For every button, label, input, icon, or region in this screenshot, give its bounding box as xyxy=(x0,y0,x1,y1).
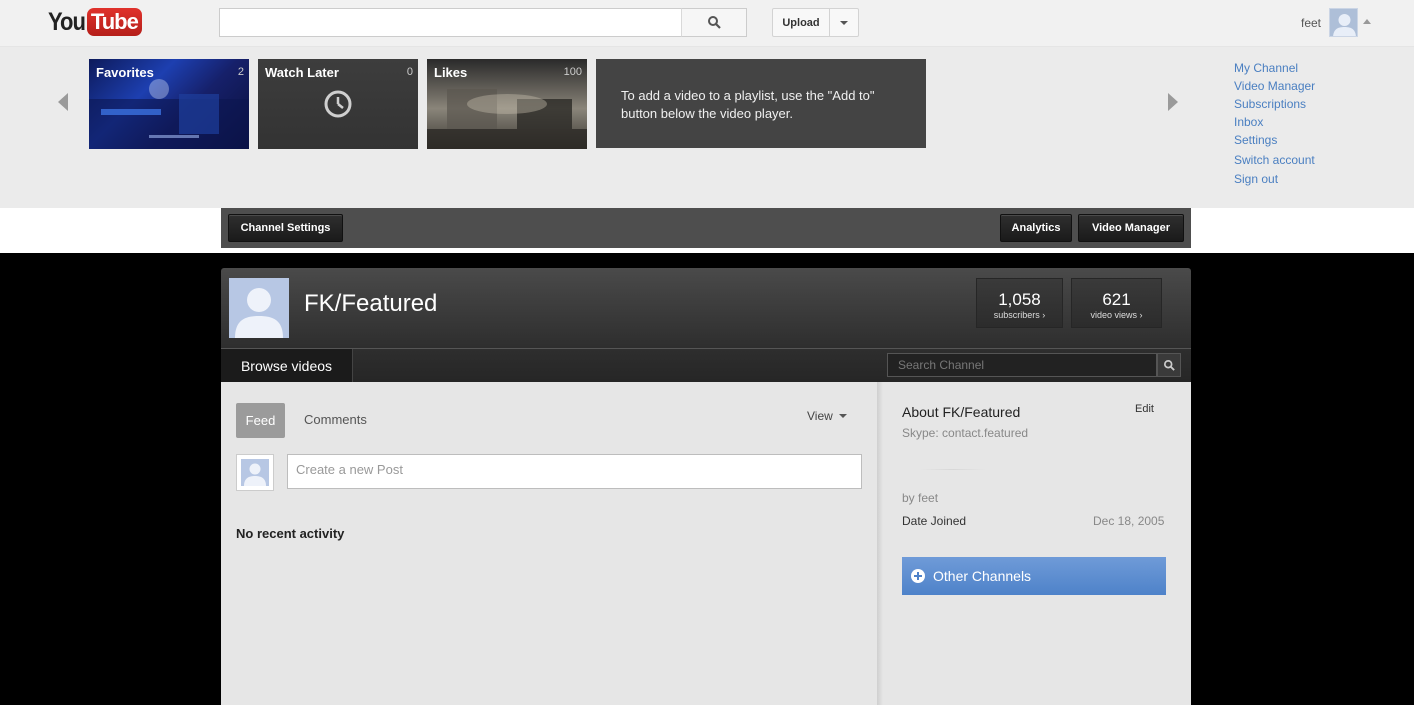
divider xyxy=(920,469,986,470)
link-my-channel[interactable]: My Channel xyxy=(1234,59,1315,77)
tab-feed[interactable]: Feed xyxy=(236,403,285,438)
analytics-button[interactable]: Analytics xyxy=(1000,214,1072,242)
views-count: 621 xyxy=(1102,290,1131,309)
edit-about-button[interactable]: Edit xyxy=(1135,403,1154,415)
no-activity-text: No recent activity xyxy=(236,526,345,541)
avatar[interactable] xyxy=(1329,8,1358,37)
next-arrow-icon[interactable] xyxy=(1168,93,1178,111)
link-inbox[interactable]: Inbox xyxy=(1234,113,1315,131)
playlist-count: 100 xyxy=(563,66,582,78)
playlist-title: Likes xyxy=(434,65,468,80)
link-video-manager[interactable]: Video Manager xyxy=(1234,77,1315,95)
channel-search-input[interactable]: Search Channel xyxy=(887,353,1157,377)
about-description: Skype: contact.featured xyxy=(902,426,1029,440)
upload-button[interactable]: Upload xyxy=(772,8,830,37)
view-label: View xyxy=(807,409,833,423)
masthead: You Tube Upload feet xyxy=(0,0,1414,47)
logo-you-text: You xyxy=(48,7,86,36)
search-button[interactable] xyxy=(681,8,747,37)
plus-circle-icon xyxy=(911,569,925,583)
owner-strip: Channel Settings Analytics Video Manager xyxy=(221,208,1191,248)
subscribers-count: 1,058 xyxy=(998,290,1041,309)
link-settings[interactable]: Settings xyxy=(1234,131,1315,149)
video-manager-button[interactable]: Video Manager xyxy=(1078,214,1184,242)
search-icon xyxy=(707,16,721,29)
owner-bar: Channel Settings Analytics Video Manager xyxy=(0,208,1414,253)
views-label: video views › xyxy=(1090,310,1143,320)
by-line: by feet xyxy=(902,491,939,505)
other-channels-label: Other Channels xyxy=(933,568,1032,584)
channel-name: FK/Featured xyxy=(304,290,438,317)
tab-comments[interactable]: Comments xyxy=(304,412,367,427)
link-subscriptions[interactable]: Subscriptions xyxy=(1234,95,1315,113)
date-joined-value: Dec 18, 2005 xyxy=(1093,514,1165,528)
upload-dropdown-button[interactable] xyxy=(829,8,859,37)
subscribers-stat[interactable]: 1,058 subscribers › xyxy=(976,278,1063,328)
other-channels-button[interactable]: Other Channels xyxy=(902,557,1166,595)
new-post-input[interactable]: Create a new Post xyxy=(287,454,862,489)
playlist-title: Watch Later xyxy=(265,65,339,80)
caret-up-icon[interactable] xyxy=(1363,19,1371,24)
channel-nav: Browse videos Search Channel xyxy=(221,348,1191,382)
playlist-count: 2 xyxy=(237,66,244,78)
default-user-icon xyxy=(1333,14,1356,36)
default-user-icon xyxy=(235,288,283,338)
chevron-down-icon xyxy=(840,20,848,25)
logo-tube-text: Tube xyxy=(86,8,142,36)
youtube-logo[interactable]: You Tube xyxy=(48,7,142,37)
tab-browse-videos[interactable]: Browse videos xyxy=(221,349,353,382)
channel-page: FK/Featured 1,058 subscribers › 621 vide… xyxy=(221,268,1191,705)
post-avatar xyxy=(236,454,274,491)
clock-icon xyxy=(324,90,352,118)
prev-arrow-icon[interactable] xyxy=(58,93,68,111)
channel-header: FK/Featured 1,058 subscribers › 621 vide… xyxy=(221,268,1191,348)
channel-search-button[interactable] xyxy=(1157,353,1181,377)
playlist-tile-watch-later[interactable]: Watch Later 0 xyxy=(258,59,418,149)
chevron-down-icon xyxy=(838,414,847,418)
playlist-hint: To add a video to a playlist, use the "A… xyxy=(596,59,926,148)
playlist-count: 0 xyxy=(406,66,413,78)
subscribers-label: subscribers › xyxy=(993,310,1046,320)
account-links: My Channel Video Manager Subscriptions I… xyxy=(1234,59,1315,188)
playlist-tile-likes[interactable]: Likes 100 xyxy=(427,59,587,149)
about-title: About FK/Featured xyxy=(902,404,1021,420)
playlist-tile-favorites[interactable]: Favorites 2 xyxy=(89,59,249,149)
feed-panel: Feed Comments View Create a new Post No … xyxy=(221,382,877,705)
views-stat[interactable]: 621 video views › xyxy=(1071,278,1162,328)
search-icon xyxy=(1163,359,1175,371)
link-sign-out[interactable]: Sign out xyxy=(1234,170,1315,188)
channel-settings-button[interactable]: Channel Settings xyxy=(228,214,343,242)
date-joined-label: Date Joined xyxy=(902,514,967,528)
playlist-title: Favorites xyxy=(96,65,154,80)
default-user-icon xyxy=(244,463,266,486)
username[interactable]: feet xyxy=(1301,16,1321,30)
view-dropdown[interactable]: View xyxy=(807,409,847,423)
search-input[interactable] xyxy=(219,8,682,37)
channel-avatar[interactable] xyxy=(229,278,289,338)
link-switch-account[interactable]: Switch account xyxy=(1234,151,1315,169)
about-panel: About FK/Featured Edit Skype: contact.fe… xyxy=(877,382,1191,705)
